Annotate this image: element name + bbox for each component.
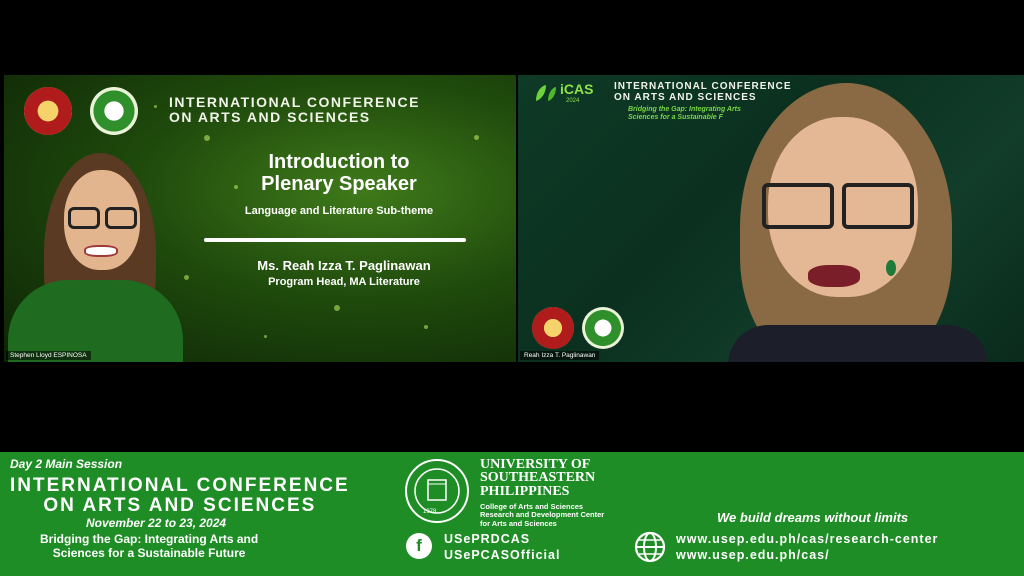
website-links: www.usep.edu.ph/cas/research-center www.… <box>676 532 938 563</box>
facebook-icon[interactable]: f <box>406 533 432 559</box>
website-link-research-center[interactable]: www.usep.edu.ph/cas/research-center <box>676 532 938 548</box>
website-link-cas[interactable]: www.usep.edu.ph/cas/ <box>676 548 938 564</box>
conference-dates: November 22 to 23, 2024 <box>86 516 227 530</box>
conference-title: INTERNATIONAL CONFERENCE ON ARTS AND SCI… <box>169 94 420 125</box>
slide-heading: Introduction to Plenary Speaker <box>261 151 417 195</box>
facebook-pages: USePRDCAS USePCASOfficial <box>444 532 560 563</box>
session-label: Day 2 Main Session <box>10 457 123 471</box>
usep-seal-logo <box>532 307 574 349</box>
facebook-link-prdcas[interactable]: USePRDCAS <box>444 532 560 548</box>
video-tile-stephen[interactable]: INTERNATIONAL CONFERENCE ON ARTS AND SCI… <box>4 75 516 362</box>
tagline: We build dreams without limits <box>717 510 909 525</box>
bokeh-sparkle <box>474 135 479 140</box>
seal-year: 1978 <box>423 509 437 515</box>
divider-line <box>204 238 466 242</box>
icas-logo-text: iCAS <box>560 81 594 97</box>
bokeh-sparkle <box>334 305 340 311</box>
college-name: College of Arts and Sciences Research an… <box>480 502 605 528</box>
participant-name-tag: Stephen Lloyd ESPINOSA <box>6 351 91 360</box>
cas-seal-logo <box>582 307 624 349</box>
participant-name-tag: Reah Izza T. Paglinawan <box>520 351 600 360</box>
bokeh-sparkle <box>264 335 267 338</box>
usep-seal-icon <box>404 458 470 524</box>
university-name: UNIVERSITY OF SOUTHEASTERN PHILIPPINES <box>480 457 596 499</box>
icas-logo-year: 2024 <box>566 98 580 104</box>
globe-icon <box>634 531 666 563</box>
bokeh-sparkle <box>204 135 210 141</box>
speaker-name: Ms. Reah Izza T. Paglinawan <box>257 258 431 273</box>
participant-video-person <box>4 75 204 362</box>
bokeh-sparkle <box>424 325 428 329</box>
video-tile-reah[interactable]: iCAS 2024 INTERNATIONAL CONFERENCE ON AR… <box>518 75 1024 362</box>
subtheme-label: Language and Literature Sub-theme <box>244 205 434 217</box>
conference-theme: Bridging the Gap: Integrating Arts and S… <box>40 532 259 561</box>
leaf-logo-icon <box>534 83 558 103</box>
participant-video-person <box>718 75 1024 362</box>
footer-banner: Day 2 Main Session INTERNATIONAL CONFERE… <box>0 452 1024 576</box>
footer-conference-title: INTERNATIONAL CONFERENCE ON ARTS AND SCI… <box>10 475 350 516</box>
facebook-link-casofficial[interactable]: USePCASOfficial <box>444 548 560 564</box>
speaker-role: Program Head, MA Literature <box>268 276 420 288</box>
